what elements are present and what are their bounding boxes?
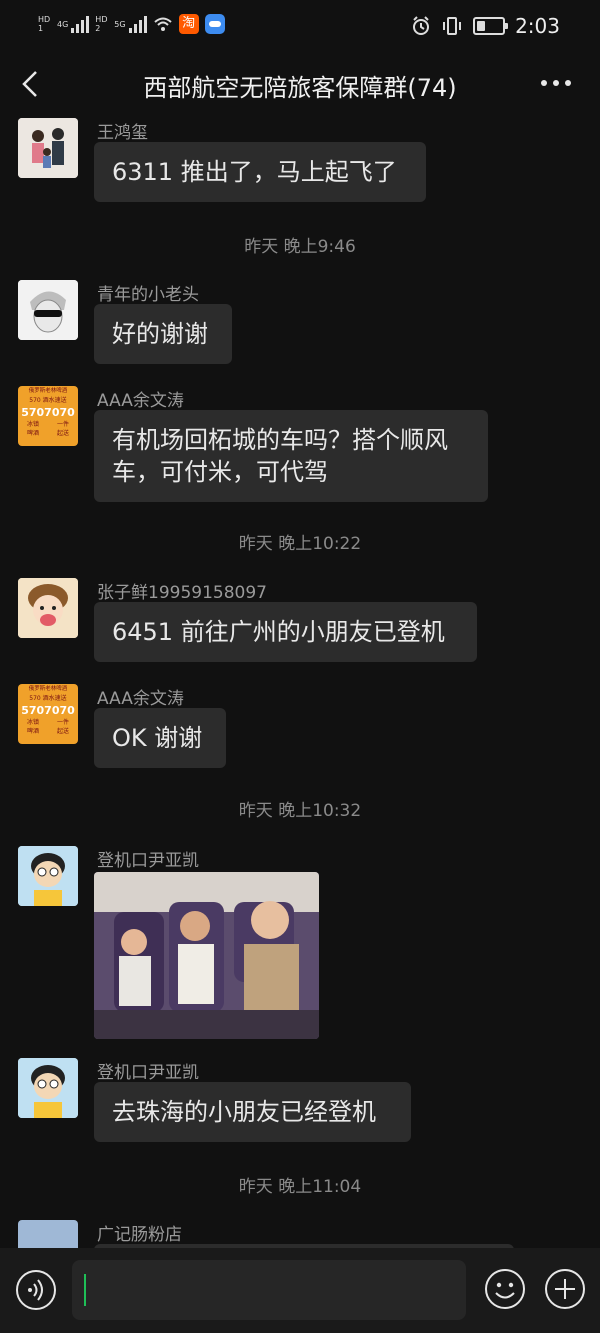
ad-line: 570 酒水速送 bbox=[18, 396, 78, 406]
more-dots-icon bbox=[541, 80, 571, 86]
alarm-icon bbox=[413, 16, 430, 35]
status-right: 2:03 bbox=[411, 14, 560, 38]
ad-line: 570 酒水速送 bbox=[18, 694, 78, 704]
ad-text: 啤酒 bbox=[26, 728, 39, 735]
emoji-icon bbox=[485, 1269, 525, 1309]
ad-text: 起送 bbox=[56, 430, 69, 437]
ad-line: 啤酒 起送 bbox=[18, 429, 78, 438]
hd-label-2: HD 2 bbox=[95, 15, 108, 33]
add-button[interactable] bbox=[542, 1266, 588, 1312]
children-photo bbox=[94, 872, 319, 1039]
chat-header: 西部航空无陪旅客保障群(74) bbox=[0, 58, 600, 110]
ad-avatar[interactable]: 俄罗斯老林啤酒 570 酒水速送 5707070 冰镇 一件 啤酒 起送 bbox=[18, 386, 78, 446]
vibrate-icon bbox=[443, 17, 462, 35]
sketch-man-avatar-icon bbox=[18, 280, 78, 340]
emoji-button[interactable] bbox=[482, 1266, 528, 1312]
cartoon-boy-avatar-icon bbox=[18, 1058, 78, 1118]
chat-title: 西部航空无陪旅客保障群(74) bbox=[143, 74, 457, 102]
ad-line: 俄罗斯老林啤酒 bbox=[28, 388, 68, 394]
ad-text: 酒水速送 bbox=[42, 695, 67, 702]
message-bubble[interactable]: 6311 推出了，马上起飞了 bbox=[94, 142, 426, 202]
message-bubble[interactable]: 去珠海的小朋友已经登机 bbox=[94, 1082, 411, 1142]
message-bubble[interactable]: 6451 前往广州的小朋友已登机 bbox=[94, 602, 477, 662]
clock: 2:03 bbox=[515, 14, 560, 38]
avatar[interactable] bbox=[18, 578, 78, 638]
ad-text: 起送 bbox=[56, 728, 69, 735]
signal-icon bbox=[71, 15, 90, 33]
input-bar bbox=[0, 1248, 600, 1333]
timestamp: 昨天 晚上9:46 bbox=[244, 237, 356, 257]
sender-name: 登机口尹亚凯 bbox=[97, 1063, 199, 1083]
timestamp: 昨天 晚上10:32 bbox=[238, 801, 362, 821]
avatar[interactable] bbox=[18, 1058, 78, 1118]
cartoon-girl-avatar-icon bbox=[18, 578, 78, 638]
sender-name: 登机口尹亚凯 bbox=[97, 851, 199, 871]
signal-icon bbox=[128, 15, 147, 33]
more-button[interactable] bbox=[536, 68, 576, 98]
timestamp: 昨天 晚上11:04 bbox=[238, 1177, 362, 1197]
chat-area[interactable]: 王鸿玺 6311 推出了，马上起飞了 昨天 晚上9:46 青年的小老头 好的谢谢… bbox=[0, 110, 600, 1248]
ad-text: 一件 bbox=[56, 421, 69, 428]
ad-avatar[interactable]: 俄罗斯老林啤酒 570 酒水速送 5707070 冰镇 一件 啤酒 起送 bbox=[18, 684, 78, 744]
sender-name: 广记肠粉店 bbox=[97, 1225, 182, 1245]
ad-line: 冰镇 一件 bbox=[18, 718, 78, 727]
network-label-2: 5G bbox=[114, 19, 126, 29]
network-label-1: 4G bbox=[57, 19, 69, 29]
voice-icon bbox=[16, 1270, 56, 1310]
ad-text: 冰镇 bbox=[26, 719, 39, 726]
ad-text: 570 bbox=[29, 695, 41, 702]
avatar[interactable] bbox=[18, 280, 78, 340]
avatar[interactable] bbox=[18, 1220, 78, 1248]
sender-name: AAA余文涛 bbox=[97, 689, 184, 709]
plus-icon bbox=[545, 1269, 585, 1309]
ad-text: 冰镇 bbox=[26, 421, 39, 428]
ad-line: 俄罗斯老林啤酒 bbox=[28, 686, 68, 692]
sim2: HD 2 5G bbox=[95, 15, 147, 33]
avatar[interactable] bbox=[18, 118, 78, 178]
back-button[interactable] bbox=[14, 66, 50, 102]
sender-name: 青年的小老头 bbox=[97, 285, 199, 305]
wifi-icon bbox=[153, 17, 172, 31]
text-cursor bbox=[84, 1274, 86, 1306]
message-bubble[interactable]: 好的谢谢 bbox=[94, 304, 232, 364]
ad-text: 570 bbox=[29, 397, 41, 404]
hd-label-1: HD 1 bbox=[38, 15, 51, 33]
family-avatar-icon bbox=[18, 118, 78, 178]
status-left: HD 1 4G HD 2 5G 淘 bbox=[38, 14, 225, 34]
status-bar: HD 1 4G HD 2 5G 淘 2:03 bbox=[0, 0, 600, 58]
sim1: HD 1 4G bbox=[38, 15, 90, 33]
photo-message[interactable] bbox=[94, 872, 319, 1039]
ad-phone: 5707070 bbox=[21, 406, 75, 419]
sender-name: 王鸿玺 bbox=[97, 123, 148, 143]
ad-phone: 5707070 bbox=[21, 704, 75, 717]
ad-line: 冰镇 一件 bbox=[18, 420, 78, 429]
battery-icon bbox=[473, 17, 509, 35]
ad-text: 酒水速送 bbox=[42, 397, 67, 404]
voice-button[interactable] bbox=[14, 1268, 58, 1312]
ad-text: 啤酒 bbox=[26, 430, 39, 437]
sender-name: AAA余文涛 bbox=[97, 391, 184, 411]
message-input[interactable] bbox=[72, 1260, 466, 1320]
timestamp: 昨天 晚上10:22 bbox=[238, 534, 362, 554]
message-bubble[interactable]: 有机场回柘城的车吗？搭个顺风车，可付米，可代驾 bbox=[94, 410, 488, 502]
message-bubble[interactable]: OK 谢谢 bbox=[94, 708, 226, 768]
back-arrow-icon bbox=[22, 71, 37, 97]
sender-name: 张子鲜19959158097 bbox=[97, 583, 267, 603]
cartoon-boy-avatar-icon bbox=[18, 846, 78, 906]
avatar[interactable] bbox=[18, 846, 78, 906]
taobao-icon: 淘 bbox=[178, 14, 199, 34]
ad-text: 一件 bbox=[56, 719, 69, 726]
ad-line: 啤酒 起送 bbox=[18, 727, 78, 736]
cloud-icon bbox=[204, 14, 225, 34]
